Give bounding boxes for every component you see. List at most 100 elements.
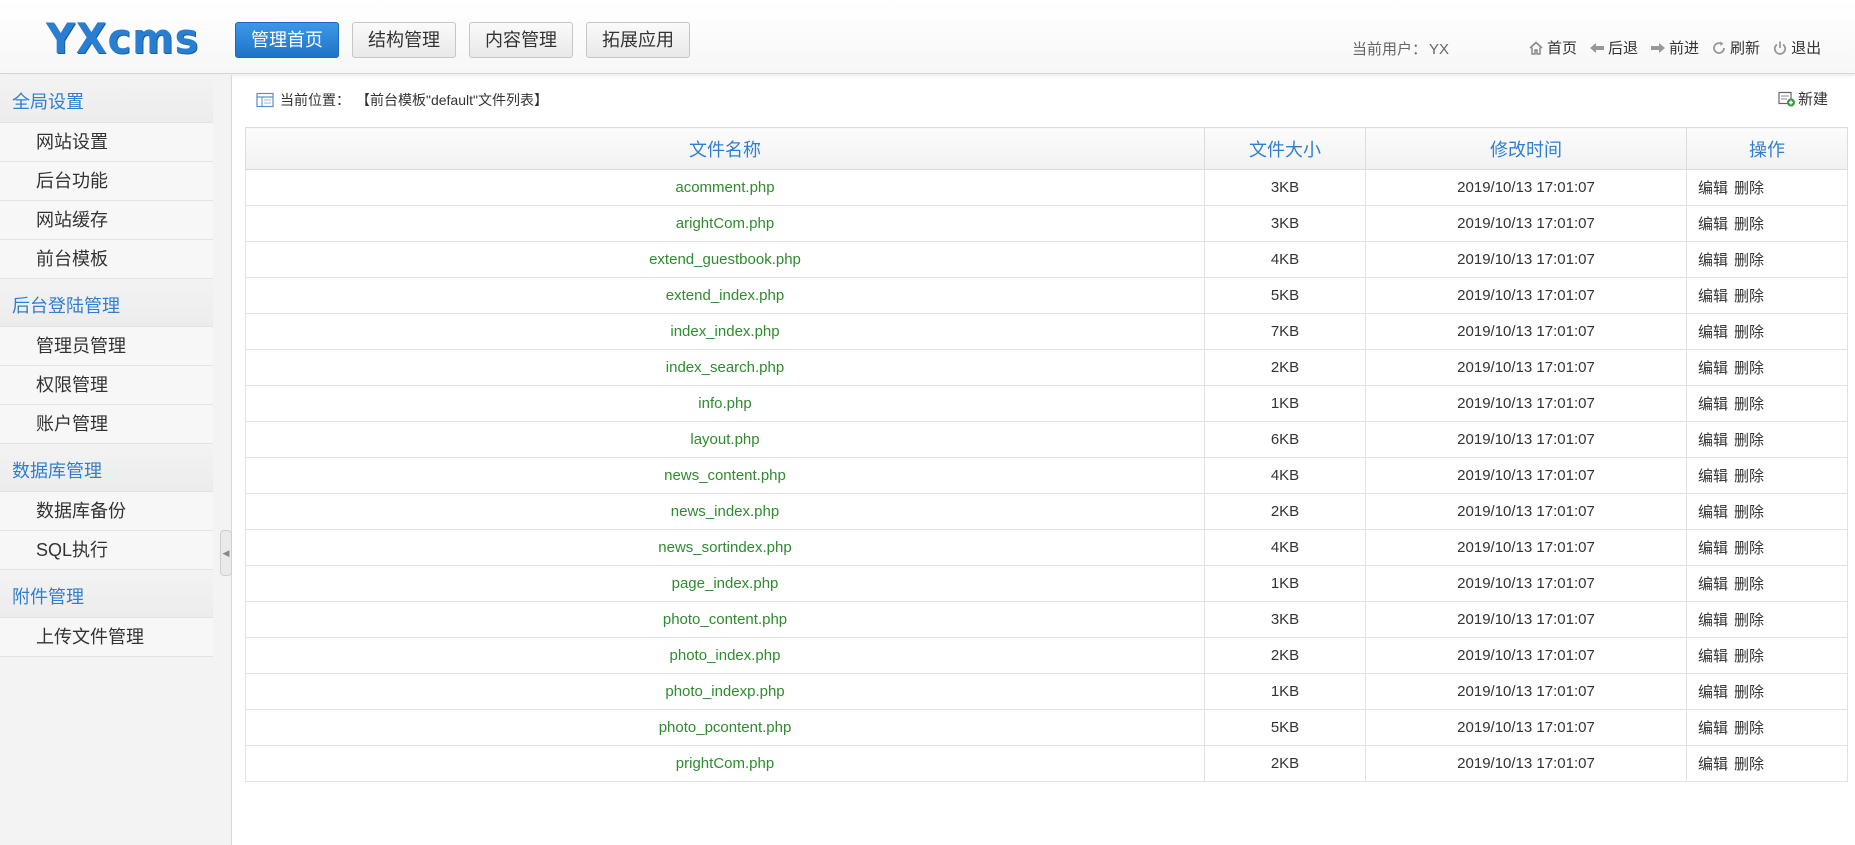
sidebar-item-site-cache[interactable]: 网站缓存 — [0, 201, 213, 240]
actions-cell: 编辑 删除 — [1686, 457, 1848, 494]
edit-link[interactable]: 编辑 — [1698, 180, 1728, 197]
table-row: prightCom.php 2KB 2019/10/13 17:01:07 编辑 删除 — [245, 745, 1848, 782]
modified-time-cell: 2019/10/13 17:01:07 — [1365, 529, 1687, 566]
top-nav: 管理首页 结构管理 内容管理 拓展应用 — [235, 22, 690, 58]
sidebar-item-permission-management[interactable]: 权限管理 — [0, 366, 213, 405]
table-row: photo_indexp.php 1KB 2019/10/13 17:01:07 编辑… — [245, 673, 1848, 710]
delete-link[interactable]: 删除 — [1734, 720, 1764, 737]
file-size-cell: 2KB — [1204, 745, 1366, 782]
refresh-link[interactable]: 刷新 — [1711, 37, 1760, 58]
delete-link[interactable]: 删除 — [1734, 360, 1764, 377]
edit-link[interactable]: 编辑 — [1698, 252, 1728, 269]
nav-extensions[interactable]: 拓展应用 — [586, 22, 690, 58]
edit-link[interactable]: 编辑 — [1698, 432, 1728, 449]
logout-icon — [1774, 41, 1787, 55]
file-name-cell: layout.php — [245, 421, 1205, 458]
delete-link[interactable]: 删除 — [1734, 180, 1764, 197]
actions-cell: 编辑 删除 — [1686, 277, 1848, 314]
breadcrumb-label: 当前位置： — [280, 92, 350, 108]
table-row: layout.php 6KB 2019/10/13 17:01:07 编辑 删除 — [245, 421, 1848, 458]
edit-link[interactable]: 编辑 — [1698, 216, 1728, 233]
file-name-cell: index_search.php — [245, 349, 1205, 386]
modified-time-cell: 2019/10/13 17:01:07 — [1365, 565, 1687, 602]
edit-link[interactable]: 编辑 — [1698, 468, 1728, 485]
new-file-label: 新建 — [1798, 91, 1829, 108]
delete-link[interactable]: 删除 — [1734, 324, 1764, 341]
table-row: news_index.php 2KB 2019/10/13 17:01:07 编辑 删除 — [245, 493, 1848, 530]
actions-cell: 编辑 删除 — [1686, 745, 1848, 782]
table-row: index_search.php 2KB 2019/10/13 17:01:07 编辑… — [245, 349, 1848, 386]
sidebar-group-attachments[interactable]: 附件管理 — [0, 570, 213, 618]
delete-link[interactable]: 删除 — [1734, 684, 1764, 701]
delete-link[interactable]: 删除 — [1734, 252, 1764, 269]
file-size-cell: 5KB — [1204, 709, 1366, 746]
file-list-table: 文件名称 文件大小 修改时间 操作 acomment.php 3KB 2019/10… — [245, 127, 1848, 782]
delete-link[interactable]: 删除 — [1734, 432, 1764, 449]
table-row: extend_guestbook.php 4KB 2019/10/13 17:01:… — [245, 241, 1848, 278]
sidebar-item-account-management[interactable]: 账户管理 — [0, 405, 213, 444]
actions-cell: 编辑 删除 — [1686, 565, 1848, 602]
nav-content[interactable]: 内容管理 — [469, 22, 573, 58]
edit-link[interactable]: 编辑 — [1698, 324, 1728, 341]
delete-link[interactable]: 删除 — [1734, 288, 1764, 305]
delete-link[interactable]: 删除 — [1734, 396, 1764, 413]
file-name-cell: news_sortindex.php — [245, 529, 1205, 566]
modified-time-cell: 2019/10/13 17:01:07 — [1365, 277, 1687, 314]
edit-link[interactable]: 编辑 — [1698, 684, 1728, 701]
edit-link[interactable]: 编辑 — [1698, 396, 1728, 413]
new-file-button[interactable]: 新建 — [1778, 88, 1828, 109]
logout-link[interactable]: 退出 — [1772, 37, 1821, 58]
delete-link[interactable]: 删除 — [1734, 756, 1764, 773]
edit-link[interactable]: 编辑 — [1698, 288, 1728, 305]
sidebar-item-database-backup[interactable]: 数据库备份 — [0, 492, 213, 531]
modified-time-cell: 2019/10/13 17:01:07 — [1365, 241, 1687, 278]
edit-link[interactable]: 编辑 — [1698, 648, 1728, 665]
nav-admin-home[interactable]: 管理首页 — [235, 22, 339, 58]
sidebar-group-database[interactable]: 数据库管理 — [0, 444, 213, 492]
file-size-cell: 7KB — [1204, 313, 1366, 350]
edit-link[interactable]: 编辑 — [1698, 612, 1728, 629]
sidebar-item-admin-management[interactable]: 管理员管理 — [0, 327, 213, 366]
edit-link[interactable]: 编辑 — [1698, 504, 1728, 521]
delete-link[interactable]: 删除 — [1734, 504, 1764, 521]
file-name-cell: page_index.php — [245, 565, 1205, 602]
delete-link[interactable]: 删除 — [1734, 648, 1764, 665]
delete-link[interactable]: 删除 — [1734, 612, 1764, 629]
back-link[interactable]: 后退 — [1589, 37, 1638, 58]
list-page-icon — [256, 92, 274, 108]
delete-link[interactable]: 删除 — [1734, 540, 1764, 557]
sidebar-item-uploaded-files[interactable]: 上传文件管理 — [0, 618, 213, 657]
edit-link[interactable]: 编辑 — [1698, 756, 1728, 773]
top-header: YXcms 管理首页 结构管理 内容管理 拓展应用 当前用户： YX 首页 后退 … — [0, 0, 1855, 74]
file-size-cell: 4KB — [1204, 529, 1366, 566]
sidebar-item-site-settings[interactable]: 网站设置 — [0, 123, 213, 162]
forward-link[interactable]: 前进 — [1650, 37, 1699, 58]
file-size-cell: 2KB — [1204, 349, 1366, 386]
edit-link[interactable]: 编辑 — [1698, 540, 1728, 557]
file-name-cell: index_index.php — [245, 313, 1205, 350]
sidebar-item-frontend-templates[interactable]: 前台模板 — [0, 240, 213, 279]
delete-link[interactable]: 删除 — [1734, 576, 1764, 593]
actions-cell: 编辑 删除 — [1686, 709, 1848, 746]
back-arrow-icon — [1590, 42, 1605, 53]
edit-link[interactable]: 编辑 — [1698, 576, 1728, 593]
delete-link[interactable]: 删除 — [1734, 216, 1764, 233]
sidebar-item-backend-functions[interactable]: 后台功能 — [0, 162, 213, 201]
sidebar-collapse-handle[interactable]: ◀ — [220, 530, 232, 576]
breadcrumb: 当前位置： 【前台模板"default"文件列表】 — [256, 90, 548, 110]
chevron-left-icon: ◀ — [222, 547, 230, 558]
new-document-icon — [1778, 91, 1795, 106]
edit-link[interactable]: 编辑 — [1698, 360, 1728, 377]
file-list-table-wrapper: 文件名称 文件大小 修改时间 操作 acomment.php 3KB 2019/10… — [245, 127, 1848, 782]
file-name-cell: info.php — [245, 385, 1205, 422]
sidebar-group-global-settings[interactable]: 全局设置 — [0, 75, 213, 123]
actions-cell: 编辑 删除 — [1686, 637, 1848, 674]
nav-structure[interactable]: 结构管理 — [352, 22, 456, 58]
edit-link[interactable]: 编辑 — [1698, 720, 1728, 737]
actions-cell: 编辑 删除 — [1686, 601, 1848, 638]
sidebar-item-sql-execute[interactable]: SQL执行 — [0, 531, 213, 570]
sidebar-group-login-management[interactable]: 后台登陆管理 — [0, 279, 213, 327]
home-link[interactable]: 首页 — [1528, 37, 1577, 58]
back-link-label: 后退 — [1608, 40, 1639, 57]
delete-link[interactable]: 删除 — [1734, 468, 1764, 485]
